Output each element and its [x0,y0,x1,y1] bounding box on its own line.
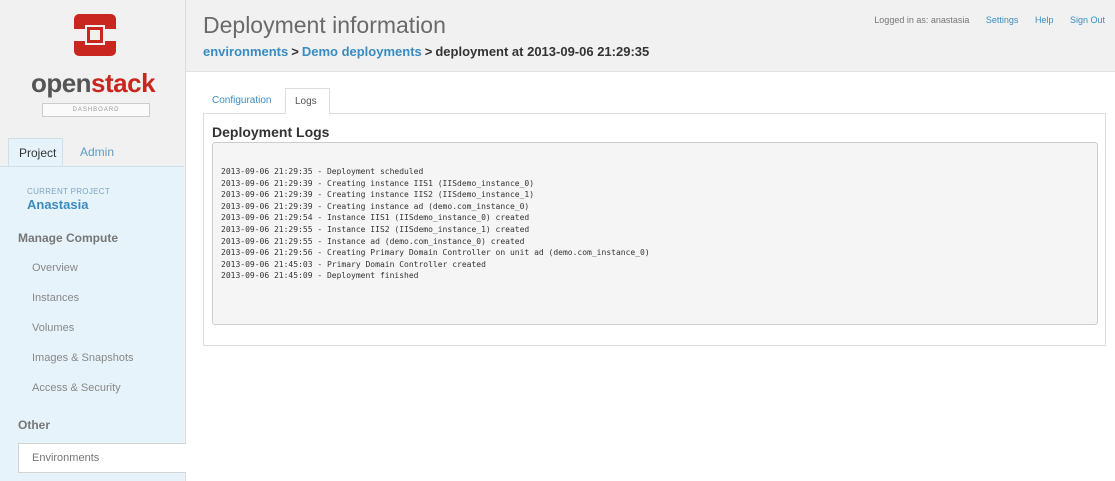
sidebar-item-images-snapshots[interactable]: Images & Snapshots [32,352,134,364]
tab-logs[interactable]: Logs [285,88,330,115]
logs-heading: Deployment Logs [212,124,330,140]
tab-project[interactable]: Project [8,138,63,167]
sidebar-item-overview[interactable]: Overview [32,262,78,274]
log-line: 2013-09-06 21:29:35 - Deployment schedul… [221,167,424,176]
breadcrumb-separator: > [424,44,433,59]
brand-name-open: open [30,68,92,98]
settings-link[interactable]: Settings [986,15,1019,25]
log-output[interactable]: 2013-09-06 21:29:35 - Deployment schedul… [212,142,1098,325]
logged-in-text: Logged in as: anastasia [874,15,970,25]
sidebar-item-environments[interactable]: Environments [18,443,186,473]
main-content: Configuration Logs Deployment Logs 2013-… [203,88,1106,346]
breadcrumb-current: deployment at 2013-09-06 21:29:35 [435,44,650,59]
tab-configuration[interactable]: Configuration [203,88,280,115]
page-title: Deployment information [203,12,446,38]
section-manage-compute[interactable]: Manage Compute [18,231,118,245]
sidebar-item-volumes[interactable]: Volumes [32,322,74,334]
log-line: 2013-09-06 21:29:39 - Creating instance … [221,201,530,211]
sidebar-panel: CURRENT PROJECT Anastasia Manage Compute… [0,166,186,481]
current-project-name[interactable]: Anastasia [27,197,88,212]
log-line: 2013-09-06 21:29:54 - Instance IIS1 (IIS… [221,213,530,223]
brand-name-stack: stack [91,68,156,98]
openstack-logo-icon [74,14,116,56]
current-project-label: CURRENT PROJECT [27,187,111,196]
tab-admin[interactable]: Admin [70,138,120,167]
sidebar: openstack DASHBOARD Project Admin CURREN… [0,0,186,481]
log-line: 2013-09-06 21:45:03 - Primary Domain Con… [221,259,486,269]
sidebar-item-instances[interactable]: Instances [32,292,79,304]
user-info: Logged in as: anastasia Settings Help Si… [860,15,1105,25]
log-line: 2013-09-06 21:45:09 - Deployment finishe… [221,271,419,281]
section-other[interactable]: Other [18,418,50,432]
log-line: 2013-09-06 21:29:55 - Instance IIS2 (IIS… [221,224,530,234]
log-line: 2013-09-06 21:29:56 - Creating Primary D… [221,248,650,258]
logs-panel: Deployment Logs 2013-09-06 21:29:35 - De… [203,114,1106,346]
brand-subtitle: DASHBOARD [42,103,150,117]
logo[interactable]: openstack DASHBOARD [0,0,186,132]
page-header: Deployment information environments > Demo… [186,0,1115,72]
log-line: 2013-09-06 21:29:55 - Instance ad (demo.… [221,236,525,246]
breadcrumb: environments > Demo deployments > deployment… [203,44,649,59]
brand-name: openstack [0,68,186,99]
help-link[interactable]: Help [1035,15,1054,25]
log-line: 2013-09-06 21:29:39 - Creating instance … [221,190,535,200]
sign-out-link[interactable]: Sign Out [1070,15,1105,25]
log-line: 2013-09-06 21:29:39 - Creating instance … [221,178,535,188]
breadcrumb-separator: > [291,44,299,59]
breadcrumb-environments[interactable]: environments [203,44,288,59]
breadcrumb-demo-deployments[interactable]: Demo deployments [302,44,422,59]
sidebar-item-access-security[interactable]: Access & Security [32,382,121,394]
content-tabs: Configuration Logs [203,88,1106,115]
